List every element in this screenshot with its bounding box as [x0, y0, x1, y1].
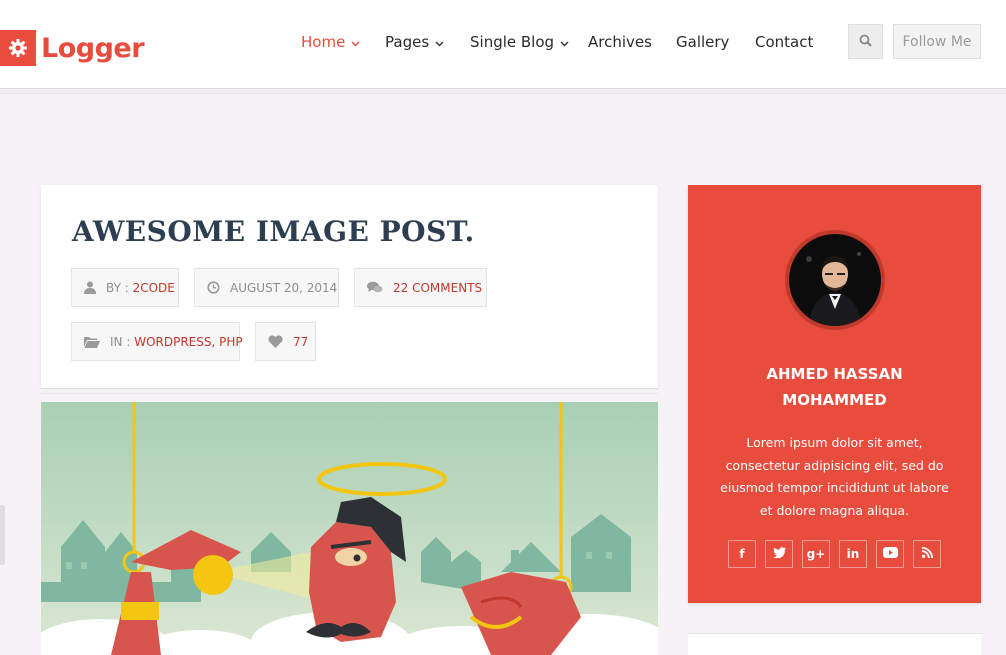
category-link-wordpress[interactable]: WORDPRESS	[134, 335, 211, 349]
search-button[interactable]	[848, 24, 883, 59]
devil-angel-illustration	[41, 402, 658, 655]
chevron-down-icon	[560, 33, 569, 51]
author-widget: AHMED HASSAN MOHAMMED Lorem ipsum dolor …	[688, 185, 981, 603]
category-link-php[interactable]: PHP	[219, 335, 243, 349]
next-sidebar-widget	[688, 633, 981, 655]
comments-link[interactable]: 22 COMMENTS	[393, 281, 482, 295]
post-likes-button[interactable]: 77	[255, 322, 316, 361]
nav-label: Contact	[755, 33, 814, 51]
nav-label: Gallery	[676, 33, 730, 51]
youtube-icon	[882, 547, 898, 561]
twitter-button[interactable]	[765, 540, 793, 568]
clock-icon	[207, 281, 220, 294]
category-prefix: IN :	[110, 334, 131, 349]
chevron-down-icon	[435, 33, 444, 51]
nav-label: Archives	[588, 33, 652, 51]
author-avatar[interactable]	[785, 230, 885, 330]
post-date: AUGUST 20, 2014	[230, 280, 338, 295]
follow-me-button[interactable]: Follow Me	[893, 24, 981, 59]
left-edge-tab	[0, 505, 5, 565]
chevron-down-icon	[351, 33, 360, 51]
author-prefix: BY :	[106, 280, 129, 295]
author-name-line2: MOHAMMED	[782, 391, 887, 409]
post-featured-image[interactable]	[41, 402, 658, 655]
nav-item-home[interactable]: Home	[301, 33, 360, 51]
author-bio: Lorem ipsum dolor sit amet, consectetur …	[720, 435, 949, 518]
twitter-icon	[772, 547, 786, 561]
linkedin-icon: in	[846, 547, 860, 561]
nav-item-single-blog[interactable]: Single Blog	[470, 33, 569, 51]
comments-icon	[367, 281, 383, 294]
nav-item-archives[interactable]: Archives	[588, 33, 652, 51]
youtube-button[interactable]	[876, 540, 904, 568]
post-author-meta: BY : 2CODE	[71, 268, 179, 307]
google-plus-icon: g+	[806, 547, 826, 561]
likes-count: 77	[293, 334, 309, 349]
nav-item-pages[interactable]: Pages	[385, 33, 444, 51]
nav-label: Home	[301, 33, 346, 51]
brand-name: Logger	[41, 32, 145, 64]
search-icon	[859, 32, 872, 51]
site-header: Logger Home Pages Single Blog Archives G…	[0, 0, 1006, 88]
nav-item-contact[interactable]: Contact	[755, 33, 813, 51]
post-category-meta: IN : WORDPRESS , PHP	[71, 322, 243, 361]
heart-icon	[268, 335, 283, 348]
nav-label: Single Blog	[470, 33, 555, 51]
author-link[interactable]: 2CODE	[133, 281, 175, 295]
rss-icon	[921, 547, 933, 561]
google-plus-button[interactable]: g+	[802, 540, 830, 568]
linkedin-button[interactable]: in	[839, 540, 867, 568]
gear-icon	[0, 30, 36, 66]
header-divider	[0, 88, 1006, 94]
user-icon	[84, 281, 96, 294]
site-logo[interactable]: Logger	[0, 30, 145, 66]
post-comments-meta: 22 COMMENTS	[354, 268, 487, 307]
rss-button[interactable]	[913, 540, 941, 568]
nav-item-gallery[interactable]: Gallery	[676, 33, 729, 51]
author-name: AHMED HASSAN MOHAMMED	[688, 361, 981, 413]
author-name-line1: AHMED HASSAN	[766, 365, 903, 383]
facebook-button[interactable]: f	[728, 540, 756, 568]
card-divider	[41, 388, 658, 394]
folder-open-icon	[84, 336, 100, 348]
post-date-meta: AUGUST 20, 2014	[194, 268, 339, 307]
post-header-card: AWESOME IMAGE POST. BY : 2CODE AUGUST 20…	[41, 185, 658, 388]
facebook-icon: f	[739, 547, 745, 561]
post-title[interactable]: AWESOME IMAGE POST.	[72, 215, 475, 248]
nav-label: Pages	[385, 33, 430, 51]
category-separator: ,	[211, 334, 216, 349]
social-links: f g+ in	[728, 540, 941, 568]
